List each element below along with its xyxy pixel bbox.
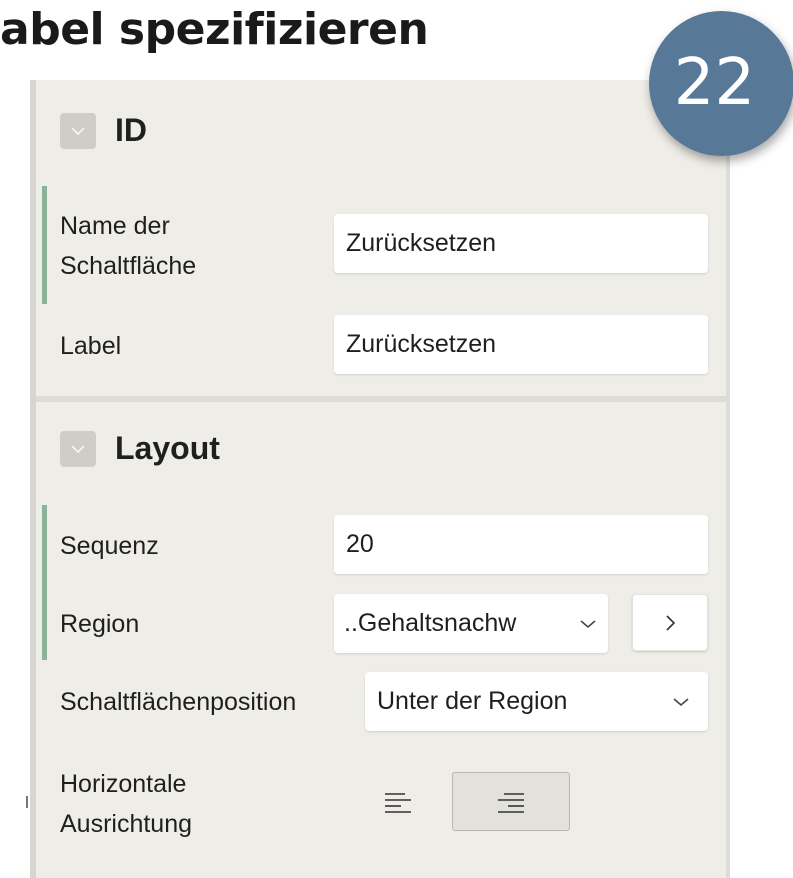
label-field-label: Label (60, 332, 122, 360)
label-input[interactable]: Zurücksetzen (334, 315, 708, 374)
section-title-id: ID (115, 112, 147, 148)
region-label: Region (60, 610, 140, 638)
sequence-input[interactable]: 20 (334, 515, 708, 574)
required-indicator (42, 186, 47, 304)
button-name-label: Name der Schaltfläche (60, 212, 197, 280)
region-navigate-button[interactable] (632, 594, 708, 651)
chevron-down-icon (568, 619, 608, 629)
collapse-id-button[interactable] (60, 112, 96, 149)
left-align-icon (385, 793, 411, 813)
align-right-button[interactable] (452, 772, 570, 831)
step-number-badge: 22 (649, 11, 793, 156)
button-position-select[interactable]: Unter der Region (365, 672, 708, 731)
required-indicator (42, 505, 47, 660)
sequence-label: Sequenz (60, 532, 159, 560)
chevron-down-icon (71, 126, 85, 135)
edge-mark (26, 796, 28, 808)
section-title-layout: Layout (115, 430, 220, 466)
horizontal-alignment-label: Horizontale Ausrichtung (60, 770, 193, 838)
region-select[interactable]: ..Gehaltsnachw (334, 594, 608, 653)
button-position-label: Schaltflächenposition (60, 688, 297, 716)
chevron-down-icon (71, 444, 85, 453)
right-align-icon (498, 792, 524, 813)
chevron-down-icon (654, 697, 708, 707)
collapse-layout-button[interactable] (60, 430, 96, 467)
section-divider (36, 396, 726, 402)
chevron-right-icon (666, 614, 676, 631)
align-left-button[interactable] (358, 772, 438, 832)
section-header-layout: Layout (60, 430, 220, 467)
button-name-input[interactable]: Zurücksetzen (334, 214, 708, 273)
properties-panel: ID Name der Schaltfläche Zurücksetzen La… (30, 80, 730, 878)
section-header-id: ID (60, 112, 147, 149)
page-heading: abel spezifizieren (0, 4, 429, 55)
